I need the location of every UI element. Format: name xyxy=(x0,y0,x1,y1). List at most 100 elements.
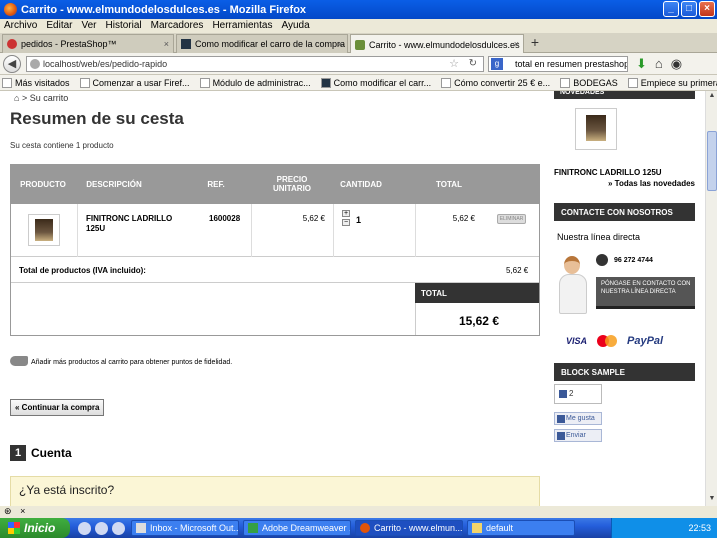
task-default-folder[interactable]: default xyxy=(467,520,575,536)
phone-number: 96 272 4744 xyxy=(596,254,653,266)
task-dreamweaver[interactable]: Adobe Dreamweaver ... xyxy=(243,520,351,536)
search-text: total en resumen prestashop xyxy=(515,59,628,69)
cart-table: PRODUCTO DESCRIPCIÓN REF. PRECIO UNITARI… xyxy=(10,164,540,336)
header-product: PRODUCTO xyxy=(20,180,66,189)
header-total: TOTAL xyxy=(436,180,462,189)
bookmark-item[interactable]: Más visitados xyxy=(2,77,70,88)
column-divider xyxy=(251,204,252,257)
quicklaunch-icon[interactable] xyxy=(78,521,91,535)
menu-editar[interactable]: Editar xyxy=(46,19,72,33)
new-tab-button[interactable]: + xyxy=(526,35,544,51)
bookmark-item[interactable]: Comenzar a usar Firef... xyxy=(79,77,190,88)
bookmark-star-icon[interactable]: ☆ xyxy=(449,57,459,71)
send-icon xyxy=(557,432,565,440)
menu-ver[interactable]: Ver xyxy=(81,19,96,33)
tab-label: Como modificar el carro de la compra de … xyxy=(195,39,347,49)
cart-table-header: PRODUCTO DESCRIPCIÓN REF. PRECIO UNITARI… xyxy=(11,165,539,204)
home-icon[interactable]: ⌂ xyxy=(655,56,663,72)
folder-icon xyxy=(472,523,482,533)
search-bar[interactable]: g total en resumen prestashop xyxy=(488,56,628,72)
header-description: DESCRIPCIÓN xyxy=(86,180,142,189)
header-ref: REF. xyxy=(207,180,225,189)
like-count: 2 xyxy=(569,389,574,398)
tab-close-icon[interactable]: × xyxy=(164,39,169,49)
delete-button[interactable]: ELIMINAR xyxy=(497,214,526,224)
globe-icon xyxy=(30,59,40,69)
tab-close-icon[interactable]: × xyxy=(514,39,519,49)
task-outlook[interactable]: Inbox - Microsoft Out... xyxy=(131,520,239,536)
tab-bar: pedidos - PrestaShop™ × Como modificar e… xyxy=(0,33,717,54)
loyalty-icon xyxy=(10,356,28,366)
quicklaunch-icon[interactable] xyxy=(112,521,125,535)
total-value: 15,62 € xyxy=(415,303,539,335)
menu-archivo[interactable]: Archivo xyxy=(4,19,37,33)
product-name[interactable]: FINITRONC LADRILLO 125U xyxy=(86,214,176,234)
addon-icon[interactable]: ◉ xyxy=(671,56,682,72)
bookmark-item[interactable]: BODEGAS xyxy=(560,77,618,88)
firefox-icon xyxy=(4,3,17,16)
tab-label: Carrito - www.elmundodelosdulces.es xyxy=(369,39,520,50)
scroll-down-icon[interactable]: ▼ xyxy=(707,495,717,505)
close-button[interactable]: × xyxy=(699,1,715,17)
minimize-button[interactable]: _ xyxy=(663,1,679,17)
firefox-icon xyxy=(360,523,370,533)
tab-close-icon[interactable]: × xyxy=(338,39,343,49)
product-quantity: 1 xyxy=(356,215,362,225)
total-products-value: 5,62 € xyxy=(506,266,529,275)
clock[interactable]: 22:53 xyxy=(688,523,711,533)
quicklaunch-icon[interactable] xyxy=(95,521,108,535)
system-tray: 22:53 xyxy=(611,518,717,538)
url-bar[interactable]: localhost/web/es/pedido-rapido ☆ ↻ xyxy=(26,56,484,72)
like-button[interactable]: Me gusta xyxy=(554,412,602,425)
addon-bar-close-icon[interactable]: × xyxy=(20,506,25,516)
send-button[interactable]: Enviar xyxy=(554,429,602,442)
reload-icon[interactable]: ↻ xyxy=(469,57,477,71)
loyalty-note: Añadir más productos al carrito para obt… xyxy=(10,356,232,366)
product-thumbnail[interactable] xyxy=(28,214,60,246)
mastercard-logo xyxy=(597,335,618,347)
block-sample-header: BLOCK SAMPLE xyxy=(554,363,695,381)
product-unit-price: 5,62 € xyxy=(302,214,325,223)
bookmark-item[interactable]: Módulo de administrac... xyxy=(199,77,311,88)
table-row: FINITRONC LADRILLO 125U 1600028 5,62 € +… xyxy=(11,204,539,257)
download-icon[interactable]: ⬇ xyxy=(636,56,647,72)
home-icon[interactable]: ⌂ xyxy=(14,93,19,103)
vertical-scrollbar[interactable]: ▲ ▼ xyxy=(705,91,717,506)
menu-historial[interactable]: Historial xyxy=(106,19,142,33)
scroll-thumb[interactable] xyxy=(707,131,717,191)
menu-marcadores[interactable]: Marcadores xyxy=(151,19,204,33)
bookmark-item[interactable]: Como modificar el carr... xyxy=(320,77,431,88)
task-firefox[interactable]: Carrito - www.elmun... xyxy=(355,520,463,536)
all-new-link[interactable]: » Todas las novedades xyxy=(554,179,695,188)
menu-ayuda[interactable]: Ayuda xyxy=(281,19,309,33)
tab-pedidos[interactable]: pedidos - PrestaShop™ × xyxy=(2,34,174,53)
total-products-row: Total de productos (IVA incluido): 5,62 … xyxy=(11,257,539,283)
menu-herramientas[interactable]: Herramientas xyxy=(212,19,272,33)
facebook-icon xyxy=(557,415,565,423)
quantity-up-button[interactable]: + xyxy=(342,210,350,217)
scroll-up-icon[interactable]: ▲ xyxy=(707,92,717,102)
new-product-name[interactable]: FINITRONC LADRILLO 125U xyxy=(554,168,662,177)
thumbs-up-icon xyxy=(559,390,567,398)
tab-carrito[interactable]: Carrito - www.elmundodelosdulces.es × xyxy=(350,34,524,54)
payment-logos: VISA PayPal xyxy=(566,335,663,347)
navigation-bar: ◀ localhost/web/es/pedido-rapido ☆ ↻ g t… xyxy=(0,53,717,75)
already-registered-box[interactable]: ¿Ya está inscrito? xyxy=(10,476,540,506)
start-button[interactable]: Inicio xyxy=(0,518,70,538)
bookmark-item[interactable]: Cómo convertir 25 € e... xyxy=(441,77,550,88)
maximize-button[interactable]: □ xyxy=(681,1,697,17)
bookmark-item[interactable]: Empiece su primera ca... xyxy=(627,77,717,88)
window-titlebar[interactable]: Carrito - www.elmundodelosdulces.es - Mo… xyxy=(0,0,717,19)
tab-como-modificar[interactable]: Como modificar el carro de la compra de … xyxy=(176,34,348,53)
addon-bar-icon[interactable]: ⊛ xyxy=(4,506,12,516)
back-button[interactable]: ◀ xyxy=(3,55,21,73)
tab-label: pedidos - PrestaShop™ xyxy=(21,39,117,49)
continue-shopping-button[interactable]: « Continuar la compra xyxy=(10,399,105,416)
paypal-logo: PayPal xyxy=(627,335,664,347)
url-text: localhost/web/es/pedido-rapido xyxy=(43,59,168,69)
windows-taskbar: Inicio Inbox - Microsoft Out... Adobe Dr… xyxy=(0,518,717,538)
contact-button[interactable]: PÓNGASE EN CONTACTO CON NUESTRA LÍNEA DI… xyxy=(596,277,695,309)
new-product-image[interactable] xyxy=(575,108,617,150)
support-agent-image xyxy=(556,254,590,316)
quantity-down-button[interactable]: − xyxy=(342,219,350,226)
